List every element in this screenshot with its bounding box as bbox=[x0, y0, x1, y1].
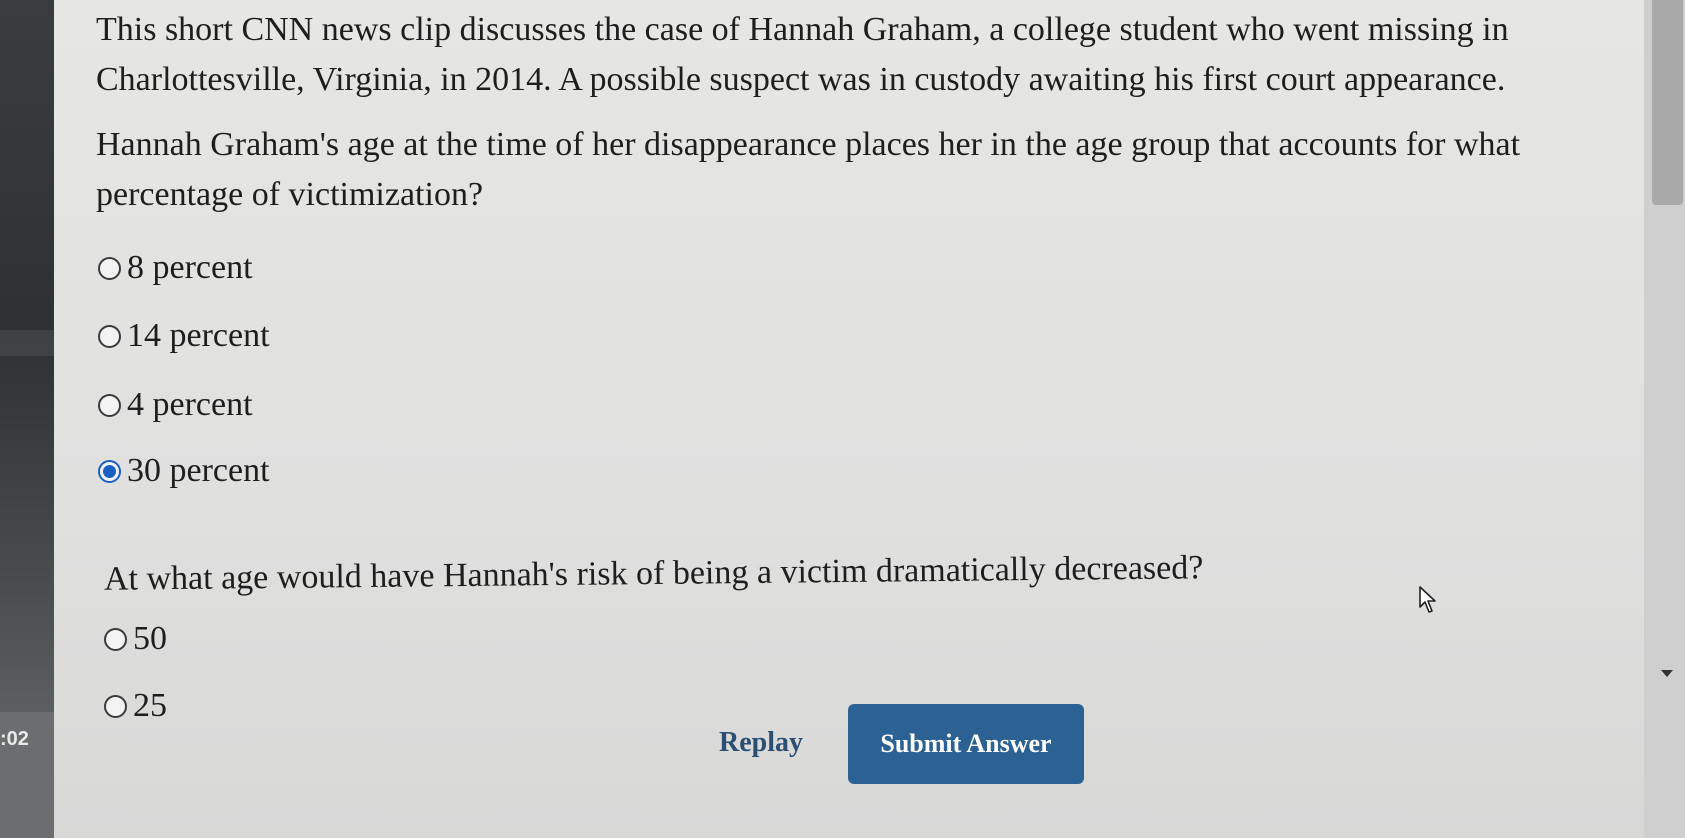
option-label: 25 bbox=[133, 687, 167, 724]
mouse-cursor-icon bbox=[1419, 586, 1436, 613]
q1-option-30-percent[interactable]: 30 percent bbox=[98, 449, 270, 493]
q1-option-4-percent[interactable]: 4 percent bbox=[98, 383, 253, 427]
radio-icon[interactable] bbox=[98, 324, 121, 348]
question2-prompt: At what age would have Hannah's risk of … bbox=[103, 549, 1204, 598]
option-label: 8 percent bbox=[127, 249, 253, 286]
question1-prompt: Hannah Graham's age at the time of her d… bbox=[96, 126, 1521, 213]
radio-icon[interactable] bbox=[104, 694, 127, 718]
player-band bbox=[0, 330, 54, 356]
radio-icon[interactable] bbox=[104, 627, 127, 651]
question-panel: This short CNN news clip discusses the c… bbox=[54, 0, 1644, 838]
q1-option-8-percent[interactable]: 8 percent bbox=[98, 246, 253, 290]
radio-icon[interactable] bbox=[98, 256, 121, 280]
option-label: 4 percent bbox=[127, 386, 253, 423]
vertical-scrollbar[interactable] bbox=[1644, 0, 1685, 838]
q2-option-50[interactable]: 50 bbox=[104, 617, 167, 661]
replay-button[interactable]: Replay bbox=[719, 727, 803, 759]
option-label: 50 bbox=[133, 620, 167, 657]
submit-answer-button[interactable]: Submit Answer bbox=[848, 704, 1084, 784]
option-label: 30 percent bbox=[127, 452, 270, 489]
video-player-edge: :02 bbox=[0, 0, 54, 838]
video-timer: :02 bbox=[0, 728, 29, 750]
radio-selected-icon[interactable] bbox=[98, 459, 121, 483]
scroll-thumb[interactable] bbox=[1652, 0, 1683, 205]
q1-option-14-percent[interactable]: 14 percent bbox=[98, 314, 270, 358]
q2-option-25[interactable]: 25 bbox=[104, 684, 167, 728]
quiz-page: :02 This short CNN news clip discusses t… bbox=[0, 0, 1685, 838]
question1-intro: This short CNN news clip discusses the c… bbox=[96, 11, 1509, 98]
radio-icon[interactable] bbox=[98, 393, 121, 417]
scroll-down-arrow-icon[interactable] bbox=[1661, 670, 1673, 677]
option-label: 14 percent bbox=[127, 317, 270, 354]
